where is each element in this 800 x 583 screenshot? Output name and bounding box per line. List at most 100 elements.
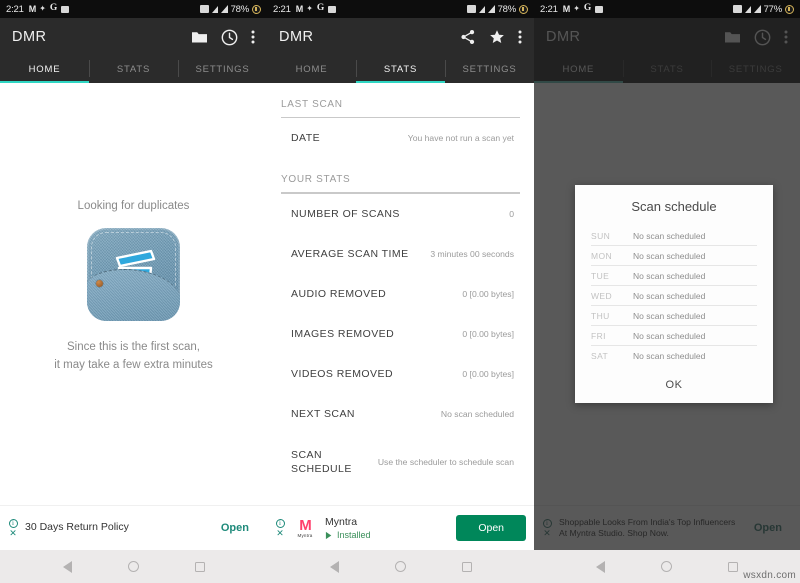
status-time: 2:21 xyxy=(540,3,558,15)
recents-icon[interactable] xyxy=(728,561,738,572)
day-label: MON xyxy=(591,250,613,261)
stat-value: 0 [0.00 bytes] xyxy=(462,288,514,299)
tab-stats[interactable]: STATS xyxy=(356,56,445,83)
ad-banner[interactable]: i ✕ 30 Days Return Policy Open xyxy=(0,505,267,550)
table-row[interactable]: NEXT SCAN No scan scheduled xyxy=(281,394,520,434)
ad-headline: 30 Days Return Policy xyxy=(25,521,129,534)
first-scan-note-line1: Since this is the first scan, xyxy=(67,341,200,354)
list-item[interactable]: TUE No scan scheduled xyxy=(591,266,757,286)
phone-screen-stats: 2:21 M ✦ G 78% DMR HOME STATS SETTINGS L… xyxy=(267,0,534,583)
battery-percent: 78% xyxy=(230,3,250,15)
home-icon[interactable] xyxy=(394,561,406,572)
appbar-actions xyxy=(460,29,522,45)
status-left-icons: M ✦ G xyxy=(563,4,604,14)
signal-icon-2 xyxy=(220,5,228,13)
phone-screen-scan-schedule-dialog: 2:21 M ✦ G 77% DMR xyxy=(534,0,800,583)
stat-key: SCAN SCHEDULE xyxy=(291,448,352,475)
phone-3-stack: 2:21 M ✦ G 77% DMR xyxy=(534,0,800,583)
section-header-last-scan: LAST SCAN xyxy=(281,99,343,110)
ad-open-button[interactable]: Open xyxy=(456,515,526,541)
table-row[interactable]: NUMBER OF SCANS 0 xyxy=(281,194,520,234)
ad-banner[interactable]: i ✕ M Myntra Myntra Installed Open xyxy=(267,505,534,550)
day-label: WED xyxy=(591,290,613,301)
list-item[interactable]: WED No scan scheduled xyxy=(591,286,757,306)
tab-stats-label: STATS xyxy=(116,64,151,75)
star-icon[interactable] xyxy=(489,29,505,45)
home-content: Looking for duplicates Since this is the… xyxy=(0,83,267,505)
system-nav-bar: wsxdn.com xyxy=(534,550,800,583)
image-icon xyxy=(61,5,70,13)
tab-home[interactable]: HOME xyxy=(267,56,356,83)
stat-value: You have not run a scan yet xyxy=(407,133,514,144)
overflow-menu-icon[interactable] xyxy=(518,29,522,45)
list-item[interactable]: MON No scan scheduled xyxy=(591,246,757,266)
stat-value: 0 [0.00 bytes] xyxy=(462,369,514,380)
table-row[interactable]: AVERAGE SCAN TIME 3 minutes 00 seconds xyxy=(281,234,520,274)
table-row[interactable]: VIDEOS REMOVED 0 [0.00 bytes] xyxy=(281,354,520,394)
signal-icon-1 xyxy=(744,5,751,13)
ad-open-link[interactable]: Open xyxy=(211,522,259,534)
info-icon[interactable]: i xyxy=(275,519,285,528)
stat-key: NEXT SCAN xyxy=(291,408,355,421)
ad-installed-label: Installed xyxy=(337,530,371,541)
dialog-ok-button[interactable]: OK xyxy=(575,365,773,395)
stat-key: IMAGES REMOVED xyxy=(291,328,395,341)
table-row[interactable]: AUDIO REMOVED 0 [0.00 bytes] xyxy=(281,274,520,314)
overflow-menu-icon[interactable] xyxy=(251,29,255,45)
status-time: 2:21 xyxy=(6,3,24,15)
tab-home[interactable]: HOME xyxy=(0,56,89,83)
share-icon[interactable] xyxy=(460,29,476,45)
close-icon[interactable]: ✕ xyxy=(276,529,284,538)
home-icon[interactable] xyxy=(127,561,139,572)
day-value: No scan scheduled xyxy=(633,230,706,241)
tab-stats[interactable]: STATS xyxy=(89,56,178,83)
appbar-actions xyxy=(191,29,255,46)
tab-home-label: HOME xyxy=(295,64,328,75)
back-icon[interactable] xyxy=(329,560,339,573)
myntra-logo-icon: M Myntra xyxy=(292,515,318,541)
tab-settings[interactable]: SETTINGS xyxy=(178,56,267,83)
table-row[interactable]: IMAGES REMOVED 0 [0.00 bytes] xyxy=(281,314,520,354)
battery-percent: 77% xyxy=(763,3,783,15)
stat-key: AVERAGE SCAN TIME xyxy=(291,247,409,260)
folder-icon[interactable] xyxy=(191,30,208,44)
list-item[interactable]: SUN No scan scheduled xyxy=(591,226,757,246)
list-item[interactable]: THU No scan scheduled xyxy=(591,306,757,326)
stat-key: DATE xyxy=(291,132,321,145)
sync-icon: ✦ xyxy=(39,4,46,13)
recents-icon[interactable] xyxy=(461,561,472,572)
back-icon[interactable] xyxy=(62,560,72,573)
list-item[interactable]: FRI No scan scheduled xyxy=(591,326,757,346)
ad-text: 30 Days Return Policy xyxy=(25,521,211,534)
phone-screen-home: 2:21 M ✦ G 78% DMR HOME STATS SETTINGS L… xyxy=(0,0,267,583)
status-bar: 2:21 M ✦ G 78% xyxy=(0,0,267,18)
clock-icon[interactable] xyxy=(221,29,238,46)
stat-value: 0 xyxy=(509,208,514,219)
close-icon[interactable]: ✕ xyxy=(9,529,17,538)
list-item[interactable]: SAT No scan scheduled xyxy=(591,346,757,365)
back-icon[interactable] xyxy=(596,560,605,573)
ad-installed-row: Installed xyxy=(325,530,456,540)
signal-icon-1 xyxy=(478,5,485,13)
table-row[interactable]: SCAN SCHEDULE Use the scheduler to sched… xyxy=(281,435,520,489)
image-icon xyxy=(595,5,604,13)
recents-icon[interactable] xyxy=(194,561,205,572)
table-row[interactable]: DATE You have not run a scan yet xyxy=(281,118,520,158)
day-label: FRI xyxy=(591,330,606,341)
gmail-icon: M xyxy=(562,3,570,14)
tab-settings[interactable]: SETTINGS xyxy=(445,56,534,83)
tab-home-label: HOME xyxy=(28,64,61,75)
stat-key: VIDEOS REMOVED xyxy=(291,368,393,381)
status-right-icons: 78% xyxy=(466,4,528,15)
tab-settings-label: SETTINGS xyxy=(462,64,517,75)
day-value: No scan scheduled xyxy=(633,330,706,341)
google-icon: G xyxy=(49,3,58,14)
battery-icon xyxy=(519,4,528,14)
home-icon[interactable] xyxy=(661,561,672,572)
day-value: No scan scheduled xyxy=(633,290,706,301)
screenshot-icon xyxy=(732,5,742,13)
sync-icon: ✦ xyxy=(306,4,313,13)
info-icon[interactable]: i xyxy=(8,519,18,528)
denim-pocket-trash-icon xyxy=(87,228,180,322)
looking-for-duplicates-text: Looking for duplicates xyxy=(77,200,190,213)
